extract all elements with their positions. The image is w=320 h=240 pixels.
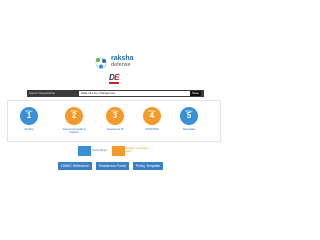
dte-logo: DE [106,73,122,85]
phase-name-3: Assessment Rt [106,128,124,131]
phase-card-1[interactable]: Phase 1 Scoping [16,107,42,131]
phase-number-3: 3 [112,111,118,120]
phase-name-2: Assessment Guide & Analysis [62,128,86,134]
brand-tagline: defense [111,62,131,68]
phase-number-4: 4 [149,111,155,120]
brand-name: raksha [111,55,134,62]
phase-card-5[interactable]: Phase 5 Remediate [176,107,202,131]
policy-template-button[interactable]: Policy Template [133,162,163,170]
readiness-portal-button[interactable]: Readiness Portal [96,162,129,170]
phase-circle-5[interactable]: Phase 5 [180,107,198,125]
organization-label: Select Organization [29,91,56,95]
legend-swatch-pending [112,146,125,156]
phase-number-1: 1 [26,111,32,120]
cmmc-reference-button[interactable]: CMMC Reference [58,162,92,170]
phase-card-3[interactable]: Phase 3 Assessment Rt [102,107,128,131]
legend-swatch-started [78,146,91,156]
brand-logo-icon [95,57,107,69]
dte-logo-bar [109,82,119,84]
phase-name-5: Remediate [182,128,196,131]
phase-number-2: 2 [71,111,77,120]
phase-card-2[interactable]: Phase 2 Assessment Guide & Analysis [61,107,87,134]
brand-logo: raksha defense [94,55,144,71]
phase-circle-2[interactable]: Phase 2 [65,107,83,125]
phase-circle-3[interactable]: Phase 3 [106,107,124,125]
organization-save-button[interactable]: Save [190,91,201,96]
organization-select[interactable]: MAE Hi-Line Chargement [79,91,195,96]
phase-number-5: 5 [186,111,192,120]
phase-name-1: Scoping [24,128,34,131]
legend-label-pending: Pending / Incomplete status [125,147,149,153]
organization-selector-bar: Select Organization MAE Hi-Line Chargeme… [27,90,204,97]
phase-circle-1[interactable]: Phase 1 [20,107,38,125]
dte-logo-right: E [114,73,120,82]
legend-label-started: Started/Begin [92,149,108,152]
phase-card-4[interactable]: Phase 4 SSP/POAM [139,107,165,131]
phase-circle-4[interactable]: Phase 4 [143,107,161,125]
phase-name-4: SSP/POAM [145,128,159,131]
